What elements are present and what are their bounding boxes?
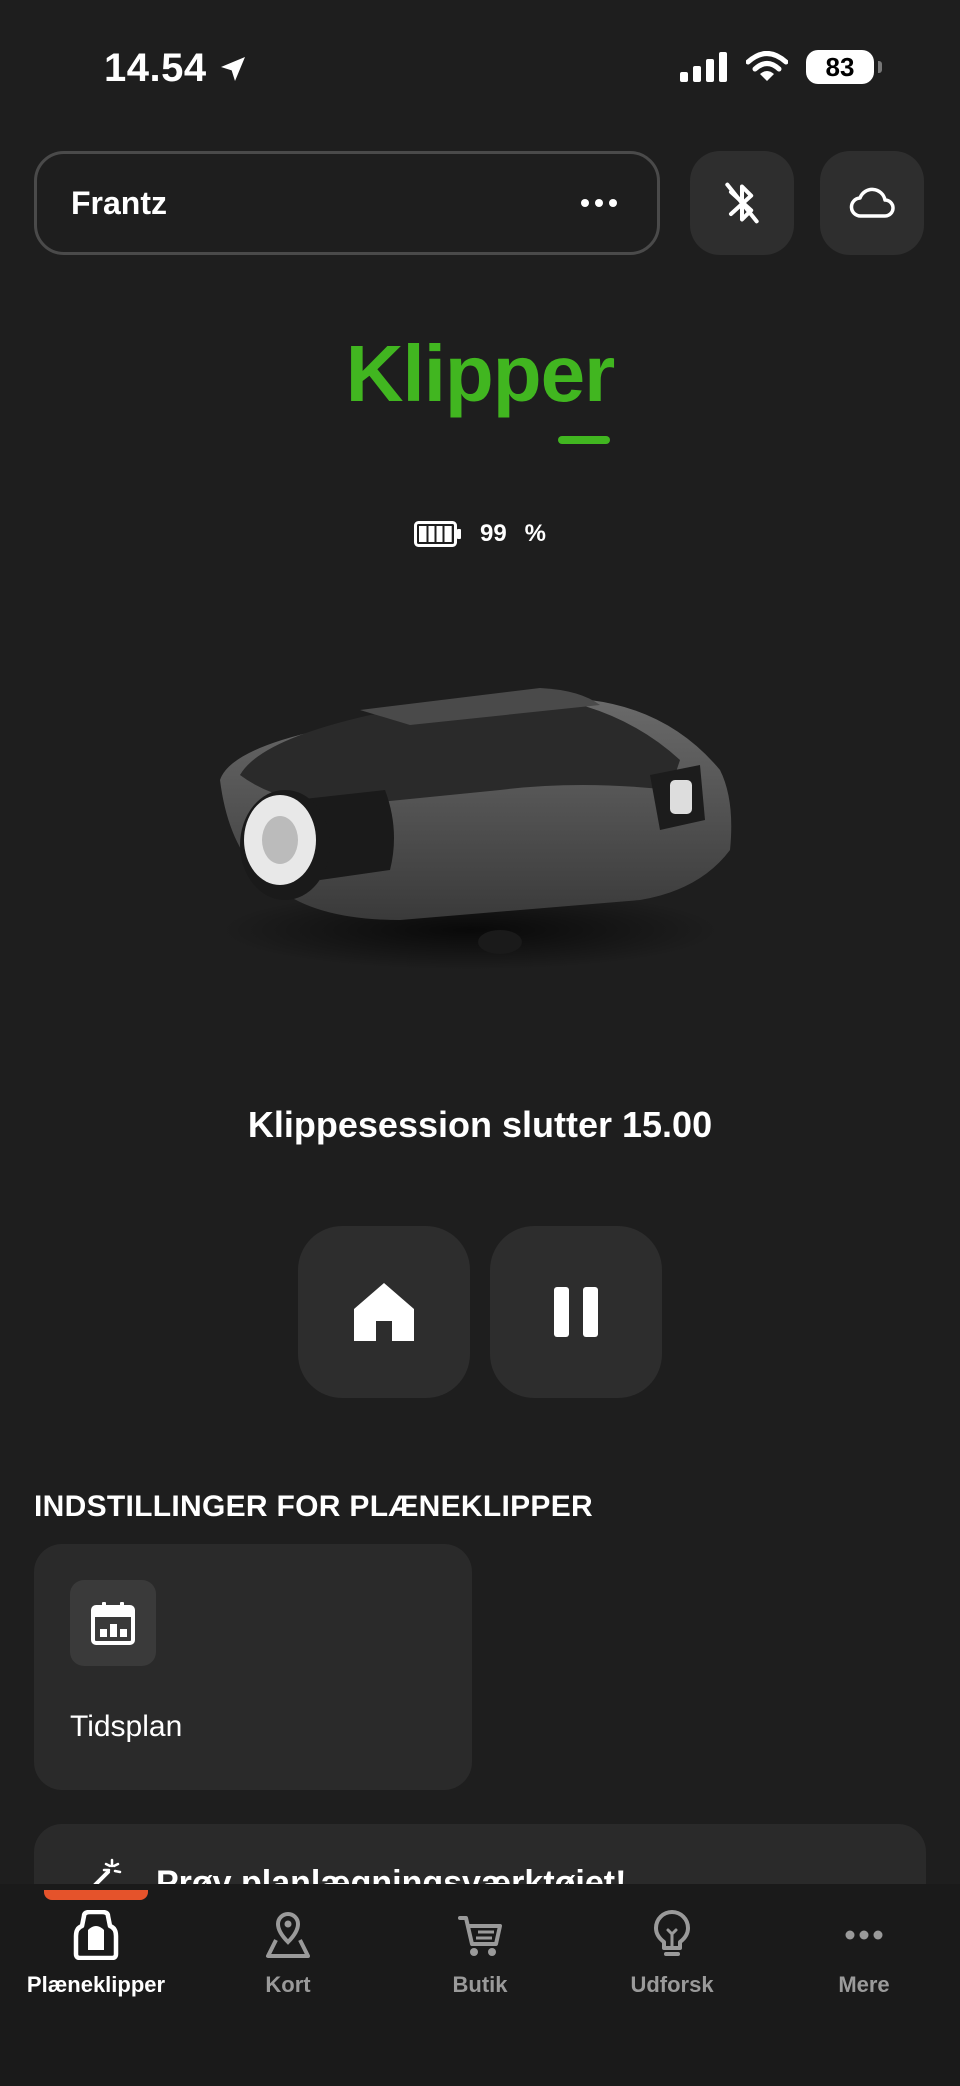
- nav-tab-shop[interactable]: Butik: [384, 1910, 576, 1998]
- cellular-signal-icon: [680, 52, 728, 82]
- bluetooth-off-icon: [720, 179, 764, 227]
- status-underline: [558, 436, 610, 444]
- cloud-button[interactable]: [820, 151, 924, 255]
- pause-button[interactable]: [490, 1226, 662, 1398]
- nav-label-mower: Plæneklipper: [26, 1972, 166, 1997]
- nav-label-more: Mere: [838, 1972, 890, 1997]
- nav-tab-mower[interactable]: Plæneklipper: [0, 1910, 192, 1998]
- battery-percent-unit: %: [524, 520, 547, 547]
- mower-selector[interactable]: Frantz: [34, 151, 660, 255]
- nav-label-explore: Udforsk: [630, 1972, 714, 1997]
- location-arrow-icon: [217, 53, 249, 85]
- robot-mower-image: [200, 680, 740, 980]
- nav-label-map: Kort: [265, 1972, 311, 1997]
- bluetooth-button[interactable]: [690, 151, 794, 255]
- nav-tab-map[interactable]: Kort: [192, 1910, 384, 1998]
- phone-battery-indicator: 83: [806, 50, 882, 84]
- settings-section-title: INDSTILLINGER FOR PLÆNEKLIPPER: [34, 1490, 594, 1523]
- battery-icon: [413, 521, 462, 547]
- cart-icon: [456, 1910, 504, 1960]
- lightbulb-icon: [648, 1910, 696, 1960]
- schedule-card-label: Tidsplan: [70, 1710, 183, 1743]
- more-icon: [840, 1910, 888, 1960]
- mower-status-title: Klipper: [345, 329, 616, 418]
- nav-label-shop: Butik: [452, 1972, 508, 1997]
- pause-icon: [554, 1287, 598, 1337]
- status-bar-indicators: 83: [680, 50, 882, 84]
- phone-battery-text: 83: [825, 51, 855, 82]
- park-home-button[interactable]: [298, 1226, 470, 1398]
- active-tab-indicator: [44, 1890, 148, 1900]
- nav-tab-explore[interactable]: Udforsk: [576, 1910, 768, 1998]
- status-bar-time: 14.54: [104, 46, 249, 91]
- more-options-icon[interactable]: [581, 199, 617, 207]
- mower-battery-row: 99 %: [0, 520, 960, 548]
- map-pin-icon: [264, 1910, 312, 1960]
- home-icon: [352, 1281, 416, 1343]
- battery-percent-value: 99: [479, 520, 507, 547]
- session-end-text: Klippesession slutter 15.00: [247, 1104, 713, 1145]
- schedule-card[interactable]: Tidsplan: [34, 1544, 472, 1790]
- mower-icon: [72, 1910, 120, 1960]
- calendar-icon: [70, 1580, 156, 1666]
- mower-name: Frantz: [71, 184, 167, 221]
- wifi-icon: [746, 51, 788, 83]
- clock-text: 14.54: [104, 46, 207, 90]
- nav-tab-more[interactable]: Mere: [768, 1910, 960, 1998]
- cloud-icon: [848, 186, 896, 220]
